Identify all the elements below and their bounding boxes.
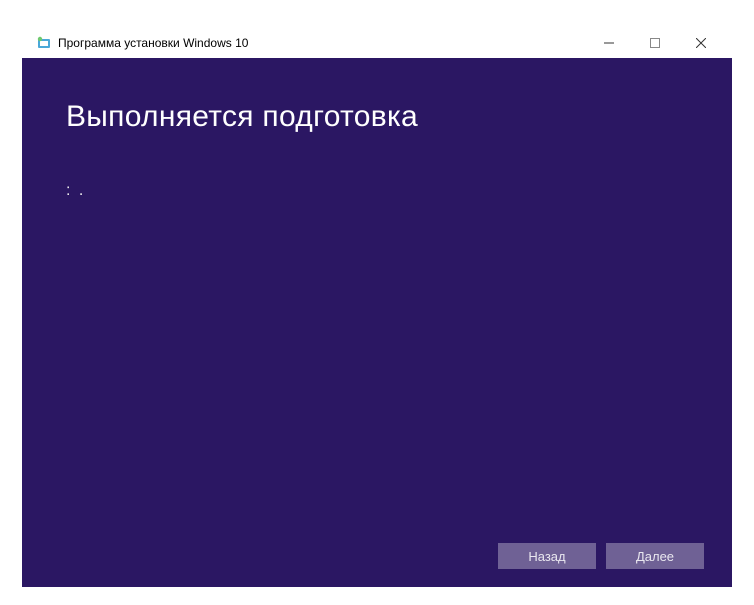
progress-text: : . — [66, 182, 688, 200]
close-button[interactable] — [678, 28, 724, 58]
back-button[interactable]: Назад — [498, 543, 596, 569]
footer-buttons: Назад Далее — [498, 543, 704, 569]
minimize-button[interactable] — [586, 28, 632, 58]
installer-window: Программа установки Windows 10 Выполняет… — [0, 0, 754, 605]
content-area: Выполняется подготовка : . Назад Далее — [22, 58, 732, 587]
maximize-button[interactable] — [632, 28, 678, 58]
app-icon — [36, 35, 52, 51]
next-button[interactable]: Далее — [606, 543, 704, 569]
titlebar: Программа установки Windows 10 — [22, 28, 732, 58]
page-heading: Выполняется подготовка — [66, 100, 688, 134]
window-title: Программа установки Windows 10 — [58, 36, 248, 50]
